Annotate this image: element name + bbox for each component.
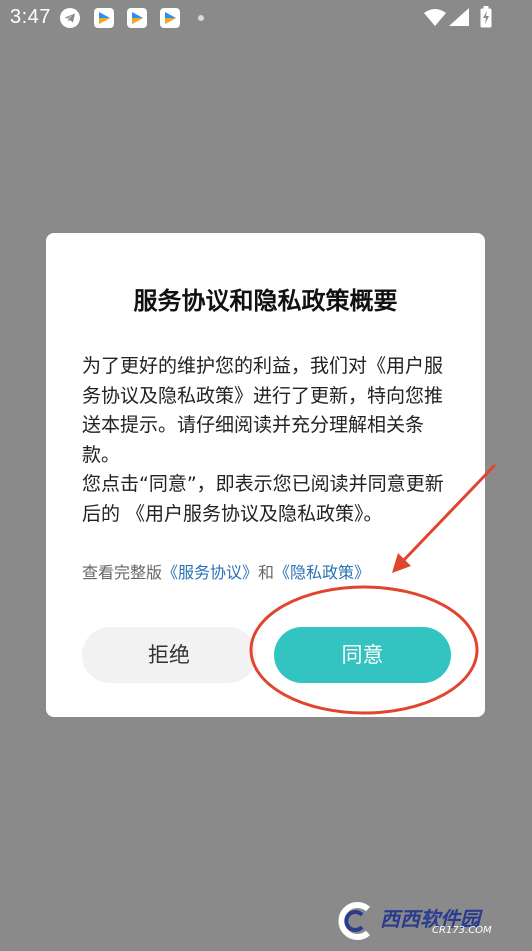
dialog-paragraph: 为了更好的维护您的利益，我们对《用户服务协议及隐私政策》进行了更新，特向您推送本…	[82, 355, 444, 466]
app-notification-icon	[127, 8, 147, 28]
telegram-icon	[60, 8, 80, 28]
privacy-policy-link[interactable]: 《隐私政策》	[274, 563, 370, 582]
watermark-c-icon	[338, 902, 370, 940]
more-notifications-dot-icon	[198, 15, 204, 21]
agree-button[interactable]: 同意	[274, 627, 451, 683]
reject-button[interactable]: 拒绝	[82, 627, 256, 683]
app-notification-icon	[94, 8, 114, 28]
dialog-title: 服务协议和隐私政策概要	[133, 287, 398, 315]
links-prefix: 查看完整版	[82, 563, 163, 582]
status-time: 3:47	[10, 6, 51, 28]
wifi-icon	[424, 8, 446, 30]
status-bar: 3:47	[0, 0, 532, 36]
service-agreement-link[interactable]: 《服务协议》	[162, 563, 258, 582]
watermark-domain: CR173.COM	[432, 925, 492, 936]
dialog-paragraph: 您点击“同意”，即表示您已阅读并同意更新后的 《用户服务协议及隐私政策》。	[82, 473, 444, 525]
dialog-body: 为了更好的维护您的利益，我们对《用户服务协议及隐私政策》进行了更新，特向您推送本…	[82, 352, 457, 529]
signal-icon	[449, 8, 469, 30]
full-version-links: 查看完整版《服务协议》和《隐私政策》	[82, 559, 370, 583]
watermark-logo: 西西软件园 CR173.COM	[332, 901, 512, 941]
battery-charging-icon	[480, 6, 492, 32]
privacy-policy-dialog: 服务协议和隐私政策概要 为了更好的维护您的利益，我们对《用户服务协议及隐私政策》…	[46, 233, 485, 717]
app-notification-icon	[160, 8, 180, 28]
links-conjunction: 和	[258, 563, 275, 582]
